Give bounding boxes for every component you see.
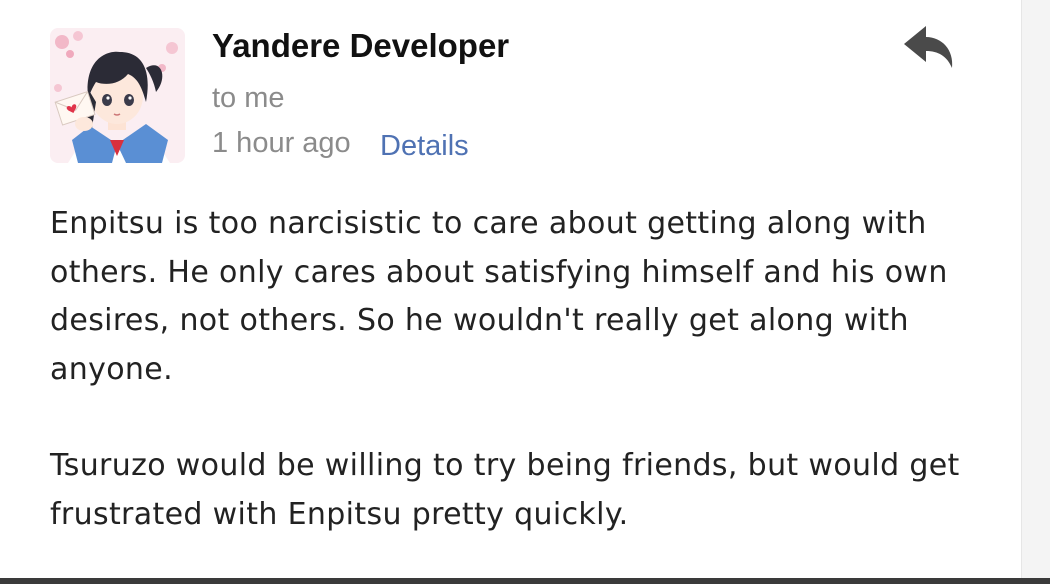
reply-button[interactable] [900,24,956,72]
sender-name: Yandere Developer [212,27,510,64]
message-paragraph: Enpitsu is too narcisistic to care about… [50,206,948,387]
recipient-line: to me [212,82,285,114]
timestamp: 1 hour ago [212,127,351,159]
message-body: Enpitsu is too narcisistic to care about… [50,200,1000,539]
right-edge-gutter [1021,0,1050,584]
details-link[interactable]: Details [380,130,469,163]
email-message-card: Yandere Developer to me 1 hour ago Detai… [0,0,1022,578]
sender-avatar[interactable] [50,28,185,163]
message-paragraph: Tsuruzo would be willing to try being fr… [50,448,960,532]
reply-arrow-icon [904,26,953,68]
bottom-edge-bar [0,578,1050,584]
avatar-illustration [50,28,185,163]
